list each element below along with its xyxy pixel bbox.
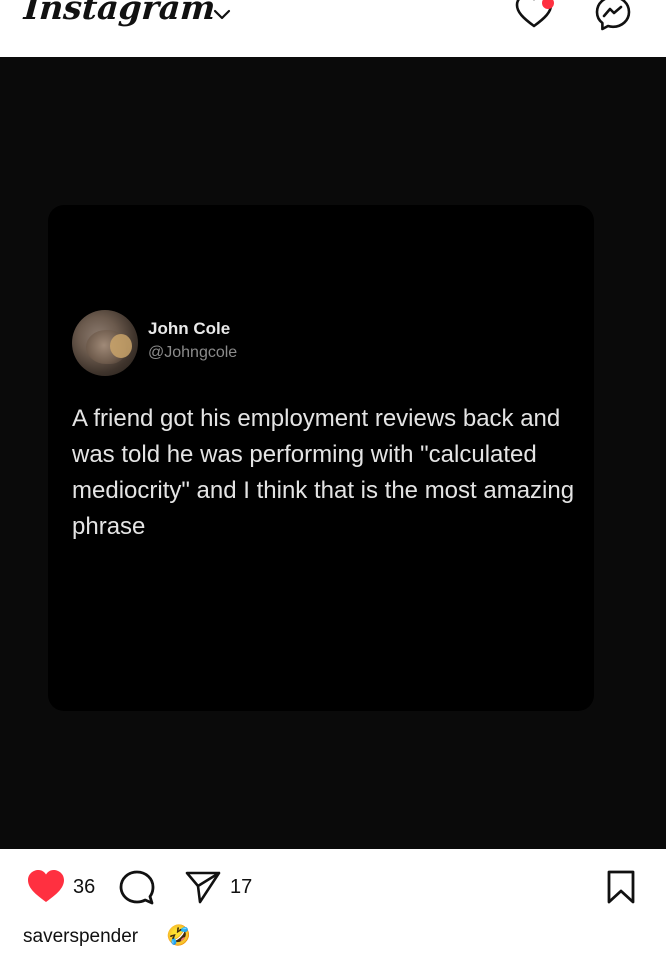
instagram-logo[interactable]: Instagram <box>23 0 217 27</box>
like-count[interactable]: 36 <box>73 876 95 899</box>
tweet-author-name: John Cole <box>148 319 231 338</box>
tweet-card: John Cole @Johngcole A friend got his em… <box>48 205 594 711</box>
instagram-feed: Instagram John Cole @Johngcole A friend … <box>0 0 666 953</box>
post-actions-bar: 36 17 saverspender 🤣 <box>0 849 666 953</box>
tweet-author-handle: @Johngcole <box>148 344 238 361</box>
messenger-icon[interactable] <box>594 0 632 32</box>
share-icon[interactable] <box>184 869 222 905</box>
tweet-text: A friend got his employment reviews back… <box>72 405 575 540</box>
comment-icon[interactable] <box>117 868 157 908</box>
caption-emoji: 🤣 <box>166 923 191 947</box>
chevron-down-icon[interactable] <box>212 8 232 22</box>
caption-username[interactable]: saverspender <box>23 926 138 948</box>
post-image[interactable]: John Cole @Johngcole A friend got his em… <box>0 57 666 849</box>
avatar-photo-detail <box>110 334 132 358</box>
bookmark-icon[interactable] <box>606 869 636 905</box>
top-bar: Instagram <box>0 0 666 57</box>
heart-filled-icon[interactable] <box>26 869 66 905</box>
avatar <box>72 310 138 376</box>
share-count[interactable]: 17 <box>230 876 252 899</box>
